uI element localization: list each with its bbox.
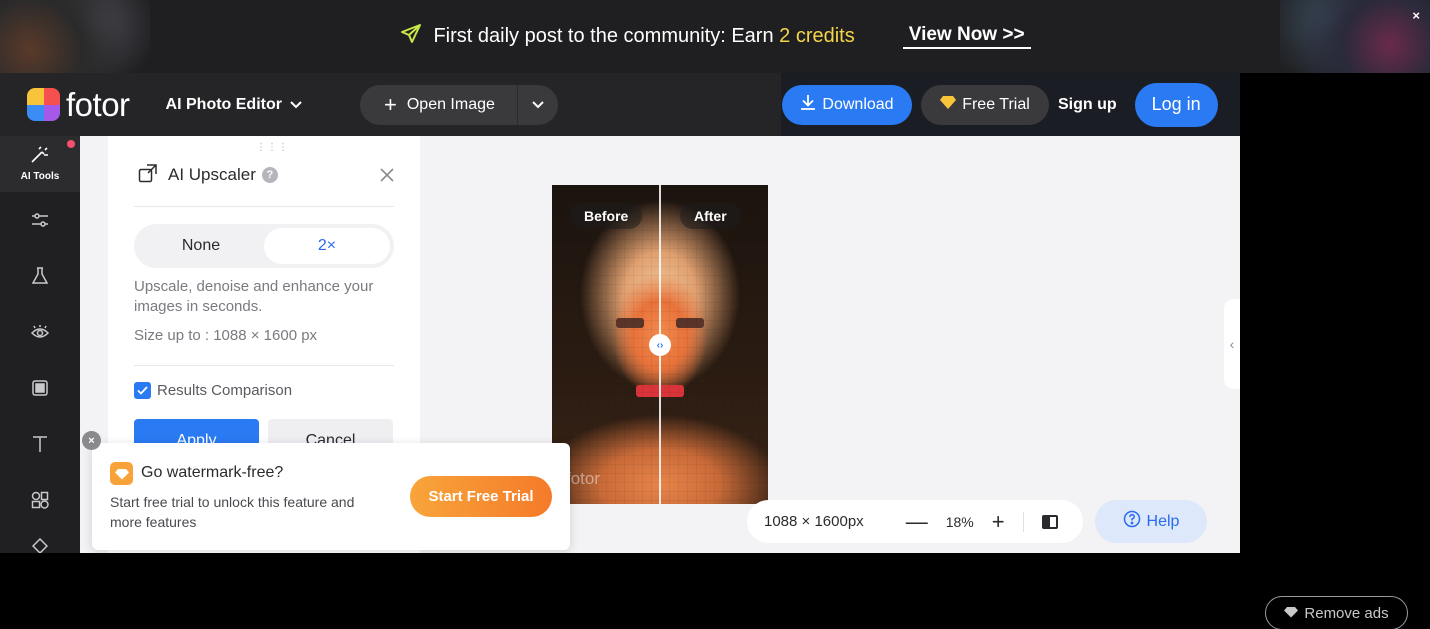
free-trial-button[interactable]: Free Trial [921, 84, 1049, 125]
download-icon [800, 94, 816, 115]
help-label: Help [1146, 512, 1180, 530]
send-icon [399, 22, 423, 51]
beauty-icon [31, 266, 49, 290]
results-comparison-label: Results Comparison [157, 382, 293, 399]
elements-icon [31, 491, 49, 514]
panel-divider [134, 365, 394, 366]
rail-item-adjust[interactable] [0, 194, 80, 250]
sign-up-button[interactable]: Sign up [1058, 96, 1117, 114]
rail-item-eye[interactable] [0, 306, 80, 362]
editor-menu-label: AI Photo Editor [165, 95, 282, 113]
rail-item-beauty[interactable] [0, 250, 80, 306]
panel-title: AI Upscaler [168, 165, 256, 184]
download-button[interactable]: Download [782, 84, 912, 125]
diamond-icon [940, 95, 957, 114]
frame-icon [32, 379, 48, 401]
app-root: First daily post to the community: Earn … [0, 0, 1430, 629]
left-tool-rail: AI Tools [0, 136, 80, 553]
banner-highlight: 2 credits [779, 25, 855, 47]
panel-header: AI Upscaler ? [138, 162, 394, 188]
checkmark-icon [134, 382, 151, 399]
before-label: Before [570, 203, 643, 229]
rail-item-elements[interactable] [0, 474, 80, 530]
comparison-handle-icon[interactable]: ‹› [649, 334, 671, 356]
banner-close-icon[interactable]: × [1412, 8, 1420, 23]
open-image-dropdown-button[interactable] [518, 85, 558, 125]
download-label: Download [822, 95, 894, 113]
help-circle-icon[interactable]: ? [261, 167, 278, 183]
banner-decoration-right [1280, 0, 1430, 73]
close-icon[interactable] [380, 162, 394, 188]
side-panel-toggle[interactable]: ‹ [1224, 299, 1240, 389]
after-label: After [680, 203, 741, 229]
diamond-icon [1284, 605, 1299, 622]
chevron-left-icon: ‹ [1229, 336, 1235, 352]
adjust-icon [31, 212, 49, 233]
chevron-down-icon [290, 96, 302, 114]
diamond-icon [110, 462, 133, 485]
promo-text: Start free trial to unlock this feature … [110, 494, 355, 530]
rail-item-frame[interactable] [0, 362, 80, 418]
start-free-trial-button[interactable]: Start Free Trial [410, 476, 552, 517]
logo-mark-icon [27, 88, 60, 121]
help-button[interactable]: Help [1095, 500, 1207, 543]
fotor-watermark: fotor [566, 469, 601, 488]
text-icon [31, 435, 49, 458]
open-image-label: Open Image [406, 95, 495, 113]
compare-toggle-icon[interactable] [1041, 514, 1058, 529]
rail-label-ai-tools: AI Tools [20, 171, 60, 182]
editor-menu-dropdown[interactable]: AI Photo Editor [166, 96, 302, 114]
free-trial-label: Free Trial [962, 95, 1030, 113]
zoom-in-button[interactable]: + [992, 510, 1005, 533]
remove-ads-button[interactable]: Remove ads [1265, 596, 1408, 629]
zoom-bar: 1088 × 1600px — 18% + [747, 500, 1083, 543]
open-image-group: + Open Image [359, 84, 558, 125]
remove-ads-label: Remove ads [1304, 604, 1389, 622]
fotor-logo[interactable]: fotor [27, 86, 130, 124]
eye-icon [30, 324, 50, 345]
banner-text-prefix: First daily post to the community: Earn [433, 25, 780, 47]
rail-item-text[interactable] [0, 418, 80, 474]
notification-dot [67, 140, 75, 148]
panel-description: Upscale, denoise and enhance your images… [134, 278, 374, 315]
plus-icon: + [383, 91, 397, 117]
size-limit-text: Size up to : 1088 × 1600 px [134, 327, 318, 344]
watermark-promo-popup: × Go watermark-free? Start free trial to… [82, 431, 570, 550]
ai-tools-icon [30, 146, 50, 169]
panel-divider [134, 206, 394, 207]
rail-item-ai-tools[interactable]: AI Tools [0, 136, 80, 192]
upscale-icon [138, 163, 158, 188]
image-dimensions: 1088 × 1600px [764, 513, 864, 530]
rail-item-more[interactable] [0, 530, 80, 553]
drag-handle-icon[interactable]: ⋮⋮⋮ [256, 142, 289, 153]
view-now-link[interactable]: View Now >> [902, 24, 1031, 49]
log-in-button[interactable]: Log in [1134, 82, 1218, 127]
header-actions: Download Free Trial Sign up Log in [781, 73, 1240, 136]
zoom-level[interactable]: 18% [946, 514, 974, 530]
zoom-divider [1022, 511, 1024, 532]
logo-text: fotor [66, 85, 130, 123]
promo-banner: First daily post to the community: Earn … [0, 0, 1430, 73]
promo-title: Go watermark-free? [141, 464, 284, 481]
results-comparison-checkbox[interactable]: Results Comparison [134, 382, 292, 399]
zoom-out-button[interactable]: — [906, 510, 928, 533]
promo-close-icon[interactable]: × [82, 431, 101, 450]
option-2x[interactable]: 2× [264, 228, 390, 264]
image-comparison-preview[interactable]: Before After ‹› fotor [552, 185, 768, 504]
banner-decoration-left [0, 0, 150, 73]
more-icon [31, 537, 49, 553]
upscale-factor-toggle: None 2× [134, 224, 394, 268]
chevron-down-icon [532, 96, 544, 114]
option-none[interactable]: None [138, 228, 264, 264]
help-circle-icon [1123, 510, 1141, 533]
banner-text: First daily post to the community: Earn … [433, 25, 854, 48]
open-image-button[interactable]: + Open Image [360, 84, 518, 125]
top-toolbar: fotor AI Photo Editor + Open Image Downl… [0, 73, 1240, 136]
banner-content: First daily post to the community: Earn … [399, 22, 1031, 51]
